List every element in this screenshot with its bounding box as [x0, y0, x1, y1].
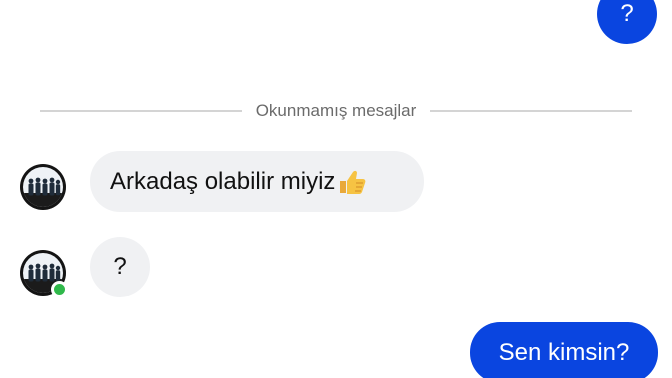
online-status-dot — [51, 281, 68, 298]
divider-line-left — [40, 110, 242, 112]
avatar-photo — [23, 167, 63, 207]
incoming-message-bubble[interactable]: Arkadaş olabilir miyiz — [90, 151, 424, 212]
outgoing-message-bubble[interactable]: Sen kimsin? — [470, 322, 658, 378]
message-text: Arkadaş olabilir miyiz — [110, 167, 336, 195]
unread-divider-label: Okunmamış mesajlar — [255, 101, 417, 120]
contact-avatar[interactable] — [20, 250, 68, 298]
message-text: ? — [620, 0, 634, 27]
contact-avatar[interactable] — [20, 164, 66, 210]
outgoing-message-bubble[interactable]: ? — [597, 0, 657, 44]
message-text: Sen kimsin? — [498, 338, 630, 366]
message-text: ? — [113, 253, 127, 280]
thumbs-up-icon — [340, 170, 366, 194]
unread-divider: Okunmamış mesajlar — [40, 99, 633, 123]
chat-thread: ? Okunmamış mesajlar Arkadaş olabilir mi… — [0, 0, 672, 378]
divider-line-right — [430, 110, 633, 112]
incoming-message-bubble[interactable]: ? — [90, 237, 150, 297]
